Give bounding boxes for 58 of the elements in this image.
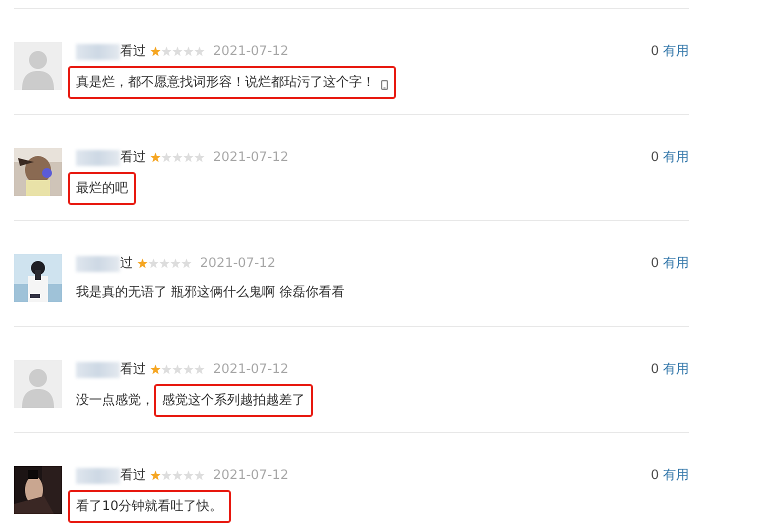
star-icon [161,364,172,374]
star-icon [172,46,183,56]
watched-label: 看过 [120,361,146,379]
comment-text: 看了10分钟就看吐了快。 [76,498,223,516]
comment-date: 2021-07-12 [213,361,289,379]
star-icon [161,470,172,480]
useful-link[interactable]: 有用 [663,148,689,168]
star-icon [161,46,172,56]
star-icon [194,152,205,162]
useful-count: 0 [650,361,659,379]
default-avatar-icon [14,42,62,90]
star-icon [161,152,172,162]
star-icon [194,470,205,480]
star-icon [150,152,161,162]
star-icon [137,258,148,268]
comment-text: 我是真的无语了 瓶邪这俩什么鬼啊 徐磊你看看 [76,284,344,302]
watched-label: 看过 [120,149,146,167]
star-icon [183,152,194,162]
useful-count: 0 [650,255,659,273]
star-icon [148,258,159,268]
star-icon [181,258,192,268]
useful-link[interactable]: 有用 [663,42,689,62]
star-icon [183,364,194,374]
star-icon [194,364,205,374]
comment-text: 感觉这个系列越拍越差了 [162,392,305,410]
default-avatar-icon [14,360,62,408]
useful-count: 0 [650,149,659,167]
useful-link[interactable]: 有用 [663,254,689,274]
blurred-username [76,256,120,272]
useful-count: 0 [650,467,659,485]
watched-label: 看过 [120,467,146,485]
blurred-username [76,150,120,166]
star-icon [170,258,181,268]
blurred-username [76,362,120,378]
comment-text: 最烂的吧 [76,180,128,198]
blurred-username [76,44,120,60]
star-icon [183,46,194,56]
blurred-username [76,468,120,484]
comment-text: 没一点感觉， [76,392,154,410]
comment-date: 2021-07-12 [213,43,289,61]
comment-date: 2021-07-12 [213,149,289,167]
watched-label: 看过 [120,43,146,61]
star-icon [183,470,194,480]
star-icon [172,364,183,374]
comment-date: 2021-07-12 [213,467,289,485]
useful-link[interactable]: 有用 [663,360,689,380]
useful-link[interactable]: 有用 [663,466,689,486]
comment-date: 2021-07-12 [200,255,276,273]
star-icon [150,46,161,56]
useful-count: 0 [650,43,659,61]
star-icon [159,258,170,268]
star-icon [172,152,183,162]
star-icon [150,470,161,480]
comment-text: 真是烂，都不愿意找词形容！说烂都玷污了这个字！ [76,74,375,92]
watched-label: 过 [120,255,133,273]
star-icon [172,470,183,480]
star-icon [194,46,205,56]
star-icon [150,364,161,374]
